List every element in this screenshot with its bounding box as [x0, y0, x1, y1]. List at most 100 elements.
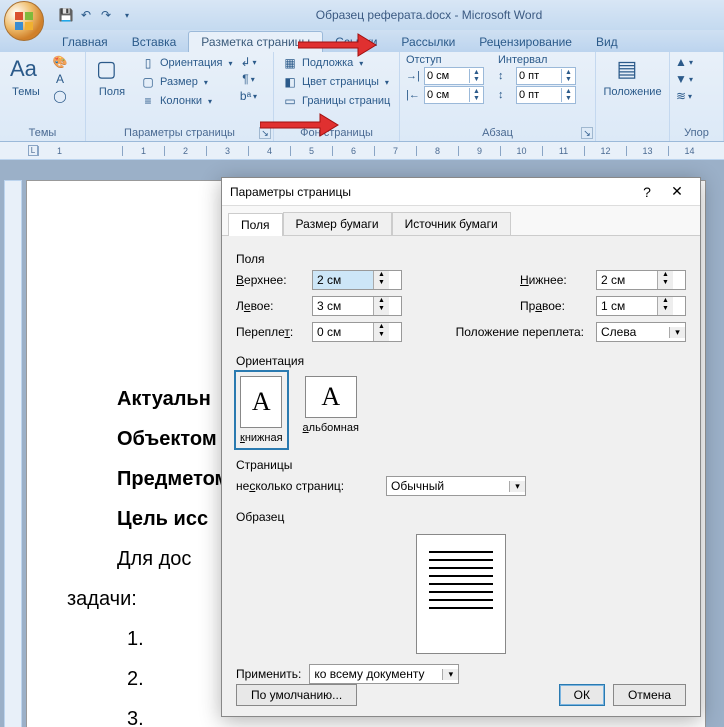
spacing-title: Интервал	[498, 54, 576, 66]
tab-mailings[interactable]: Рассылки	[389, 32, 467, 52]
left-margin-input[interactable]: ▲▼	[312, 296, 402, 316]
ruler-mark: 3	[206, 146, 248, 156]
ruler-mark: 9	[458, 146, 500, 156]
gutter-input[interactable]: ▲▼	[312, 322, 402, 342]
tab-references[interactable]: Ссылки	[323, 32, 389, 52]
gutter-pos-select[interactable]: Слева▾	[596, 322, 686, 342]
indent-right-input[interactable]: ▲▼	[424, 86, 484, 104]
tab-page-layout[interactable]: Разметка страницы	[188, 31, 323, 52]
themes-button[interactable]: Aa Темы	[6, 54, 46, 104]
watermark-button[interactable]: ▦Подложка	[280, 54, 393, 72]
ruler-mark: 8	[416, 146, 458, 156]
section-margins: Поля	[236, 252, 686, 266]
breaks-button[interactable]: ↲	[240, 54, 256, 70]
dialog-close-button[interactable]: ✕	[662, 183, 692, 200]
space-before-input[interactable]: ▲▼	[516, 67, 576, 85]
ruler-mark: 1	[122, 146, 164, 156]
ruler-mark: 6	[332, 146, 374, 156]
columns-button[interactable]: ≡Колонки	[138, 92, 234, 110]
cancel-button[interactable]: Отмена	[613, 684, 686, 706]
ruler-mark: 4	[248, 146, 290, 156]
space-before-icon: ↕	[498, 70, 512, 82]
page-color-button[interactable]: ◧Цвет страницы	[280, 73, 393, 91]
dialog-tab-paper[interactable]: Размер бумаги	[283, 212, 392, 235]
qat-more-icon[interactable]	[118, 7, 134, 23]
indent-left-icon: →|	[406, 70, 420, 82]
hyphenation-button[interactable]: bᵃ	[240, 88, 256, 104]
orientation-portrait[interactable]: A книжная	[236, 372, 287, 448]
undo-icon[interactable]: ↶	[78, 7, 94, 23]
page-setup-dialog: Параметры страницы ? ✕ Поля Размер бумаг…	[221, 177, 701, 717]
left-margin-label: Левое:	[236, 299, 306, 313]
group-arrange: ▤ Положение	[596, 52, 670, 141]
tab-review[interactable]: Рецензирование	[467, 32, 584, 52]
theme-fonts-icon[interactable]: A	[52, 71, 68, 87]
doc-line: Актуальн	[117, 388, 211, 410]
vertical-ruler[interactable]	[4, 180, 22, 727]
page-setup-launcher[interactable]: ↘	[259, 127, 271, 139]
margins-button[interactable]: ▢ Поля	[92, 54, 132, 110]
horizontal-ruler[interactable]: L 1 1 2 3 4 5 6 7 8 9 10 11 12 13 14	[0, 142, 724, 160]
orientation-landscape[interactable]: A альбомная	[299, 372, 363, 448]
size-button[interactable]: ▢Размер	[138, 73, 234, 91]
borders-icon: ▭	[282, 93, 298, 109]
section-preview: Образец	[236, 510, 686, 524]
ribbon: Aa Темы 🎨 A ◯ Темы ▢ Поля ▯Ориентация ▢Р…	[0, 52, 724, 142]
size-icon: ▢	[140, 74, 156, 90]
top-margin-input[interactable]: ▲▼	[312, 270, 402, 290]
preview-box	[416, 534, 506, 654]
paragraph-launcher[interactable]: ↘	[581, 127, 593, 139]
orientation-button[interactable]: ▯Ориентация	[138, 54, 234, 72]
dialog-tab-source[interactable]: Источник бумаги	[392, 212, 511, 235]
margins-icon: ▢	[96, 56, 128, 84]
gutter-label: Переплет:	[236, 325, 306, 339]
space-after-input[interactable]: ▲▼	[516, 86, 576, 104]
bring-front-icon[interactable]: ▲	[676, 54, 692, 70]
tab-view[interactable]: Вид	[584, 32, 630, 52]
doc-line: Для дос	[117, 541, 191, 577]
window-title: Образец реферата.docx - Microsoft Word	[134, 8, 724, 22]
indent-right-icon: |←	[406, 89, 420, 101]
dialog-help-button[interactable]: ?	[632, 184, 662, 200]
title-bar: 💾 ↶ ↷ Образец реферата.docx - Microsoft …	[0, 0, 724, 30]
columns-icon: ≡	[140, 93, 156, 109]
apply-to-select[interactable]: ко всему документу▾	[309, 664, 459, 684]
office-logo-icon	[13, 10, 35, 32]
redo-icon[interactable]: ↷	[98, 7, 114, 23]
tab-home[interactable]: Главная	[50, 32, 120, 52]
ruler-mark: 1	[38, 146, 80, 156]
wrap-text-icon[interactable]: ≋	[676, 88, 692, 104]
multipages-select[interactable]: Обычный▾	[386, 476, 526, 496]
quick-access-toolbar: 💾 ↶ ↷	[58, 7, 134, 23]
portrait-label: книжная	[240, 432, 283, 444]
dialog-body: Поля Верхнее: ▲▼ Нижнее: ▲▼ Левое: ▲▼ Пр…	[222, 236, 700, 694]
bottom-margin-input[interactable]: ▲▼	[596, 270, 686, 290]
page-borders-button[interactable]: ▭Границы страниц	[280, 92, 393, 110]
landscape-label: альбомная	[303, 422, 359, 434]
doc-line: Объектом	[117, 428, 217, 450]
send-back-icon[interactable]: ▼	[676, 71, 692, 87]
group-page-bg: ▦Подложка ◧Цвет страницы ▭Границы страни…	[274, 52, 400, 141]
tab-selector[interactable]: L	[28, 145, 38, 156]
default-button[interactable]: По умолчанию...	[236, 684, 357, 706]
right-margin-input[interactable]: ▲▼	[596, 296, 686, 316]
group-page-setup: ▢ Поля ▯Ориентация ▢Размер ≡Колонки ↲ ¶ …	[86, 52, 274, 141]
line-numbers-button[interactable]: ¶	[240, 71, 256, 87]
ok-button[interactable]: ОК	[559, 684, 605, 706]
office-button[interactable]	[4, 1, 44, 41]
theme-effects-icon[interactable]: ◯	[52, 88, 68, 104]
apply-to-label: Применить:	[236, 667, 301, 681]
ruler-mark: 12	[584, 146, 626, 156]
dialog-footer: По умолчанию... ОК Отмена	[236, 684, 686, 706]
themes-icon: Aa	[10, 56, 42, 84]
theme-colors-icon[interactable]: 🎨	[52, 54, 68, 70]
indent-left-input[interactable]: ▲▼	[424, 67, 484, 85]
position-button[interactable]: ▤ Положение	[602, 54, 663, 100]
dialog-tab-margins[interactable]: Поля	[228, 213, 283, 236]
group-extras: ▲ ▼ ≋ Упор	[670, 52, 724, 141]
save-icon[interactable]: 💾	[58, 7, 74, 23]
group-themes-label: Темы	[6, 127, 79, 141]
space-after-icon: ↕	[498, 89, 512, 101]
tab-insert[interactable]: Вставка	[120, 32, 189, 52]
position-icon: ▤	[617, 56, 649, 84]
